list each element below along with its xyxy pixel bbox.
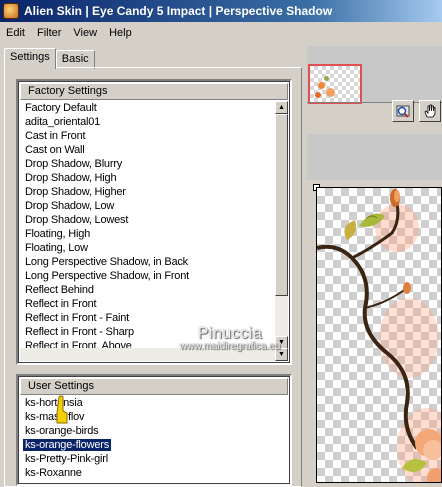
menu-edit[interactable]: Edit [0, 24, 31, 42]
menu-help[interactable]: Help [103, 24, 138, 42]
thumb-flower [318, 82, 325, 89]
scroll-up-button[interactable]: ▲ [275, 101, 288, 114]
factory-preset-item[interactable]: Cast on Wall [20, 143, 288, 157]
thumb-leaf [324, 76, 329, 81]
factory-settings-items: Factory Default adita_oriental01 Cast in F… [20, 101, 288, 361]
tab-settings-label: Settings [10, 51, 50, 63]
factory-preset-item[interactable]: Drop Shadow, Blurry [20, 157, 288, 171]
menu-bar: Edit Filter View Help [0, 22, 442, 44]
factory-preset-item[interactable]: Floating, Low [20, 241, 288, 255]
thumb-flower [326, 88, 335, 97]
user-preset-item[interactable]: ks-Scenario-Mixte [20, 480, 288, 482]
user-preset-item[interactable]: ks-Pretty-Pink-girl [20, 452, 288, 466]
tab-settings[interactable]: Settings [4, 48, 56, 69]
factory-preset-item[interactable]: Long Perspective Shadow, in Back [20, 255, 288, 269]
hand-cursor-icon [56, 395, 68, 424]
navigator-thumbnail[interactable] [308, 64, 362, 104]
factory-preset-item[interactable]: adita_oriental01 [20, 115, 288, 129]
factory-preset-item[interactable]: Long Perspective Shadow, in Front [20, 269, 288, 283]
user-preset-item[interactable]: ks-orange-birds [20, 424, 288, 438]
factory-settings-header: Factory Settings [20, 83, 288, 100]
scroll-thumb[interactable] [275, 114, 288, 296]
selected-preset-label: ks-orange-flowers [23, 439, 112, 451]
menu-view[interactable]: View [67, 24, 103, 42]
factory-preset-item[interactable]: Reflect in Front - Faint [20, 311, 288, 325]
user-settings-list[interactable]: User Settings ks-hortensia ks-mass-flov ks… [16, 374, 292, 486]
factory-preset-item[interactable]: Drop Shadow, Low [20, 199, 288, 213]
factory-preset-item[interactable]: Drop Shadow, Higher [20, 185, 288, 199]
title-bar: Alien Skin | Eye Candy 5 Impact | Perspe… [0, 0, 442, 22]
factory-settings-list[interactable]: Factory Settings Factory Default adita_or… [16, 79, 292, 365]
tab-strip: Settings Basic [4, 48, 95, 69]
user-settings-header: User Settings [20, 378, 288, 395]
hand-pan-icon[interactable] [419, 100, 441, 122]
user-preset-item[interactable]: ks-Roxanne [20, 466, 288, 480]
watermark-url: www.maidiregrafica.eu [179, 341, 281, 352]
zoom-navigator-icon[interactable] [392, 100, 414, 122]
factory-preset-item[interactable]: Floating, High [20, 227, 288, 241]
factory-preset-item[interactable]: Reflect Behind [20, 283, 288, 297]
factory-vertical-scrollbar[interactable]: ▲ ▼ [275, 101, 288, 349]
tab-basic-label: Basic [61, 53, 89, 65]
factory-preset-item[interactable]: Reflect in Front [20, 297, 288, 311]
factory-preset-item[interactable]: Factory Default [20, 101, 288, 115]
window-title: Alien Skin | Eye Candy 5 Impact | Perspe… [24, 4, 333, 18]
watermark: Pinuccia www.maidiregrafica.eu [140, 325, 320, 352]
app-icon [3, 3, 19, 19]
menu-filter[interactable]: Filter [31, 24, 67, 42]
preview-canvas[interactable] [316, 187, 442, 483]
factory-preset-item[interactable]: Drop Shadow, Lowest [20, 213, 288, 227]
user-preset-item[interactable]: ks-orange-flowers [20, 438, 288, 452]
preview-toolbar-area [307, 134, 442, 180]
thumb-flower [315, 92, 321, 98]
factory-preset-item[interactable]: Cast in Front [20, 129, 288, 143]
factory-preset-item[interactable]: Drop Shadow, High [20, 171, 288, 185]
